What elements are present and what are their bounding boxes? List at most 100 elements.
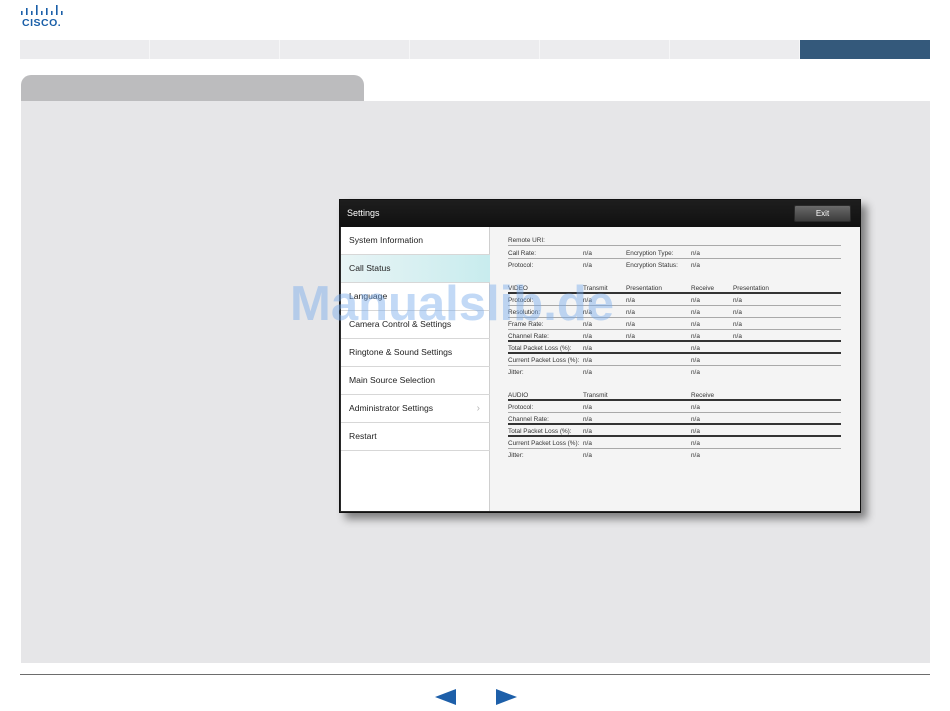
video-row-value: n/a [733,333,742,340]
divider [508,340,841,342]
divider [508,365,841,366]
audio-row-label: Jitter: [508,452,524,459]
video-col-receive: Receive [691,285,715,292]
video-col-presentation: Presentation [626,285,662,292]
divider [508,448,841,449]
video-row-value: n/a [691,333,700,340]
top-nav-tab[interactable] [410,40,540,59]
video-row-label: Channel Rate: [508,333,549,340]
divider [508,292,841,294]
menu-item-camera-control[interactable]: Camera Control & Settings [341,311,490,339]
video-row-value: n/a [691,369,700,376]
video-row-value: n/a [626,321,635,328]
video-row-label: Frame Rate: [508,321,544,328]
video-row-value: n/a [691,297,700,304]
divider [508,352,841,354]
arrow-left-icon[interactable] [435,689,456,705]
menu-item-ringtone-sound[interactable]: Ringtone & Sound Settings [341,339,490,367]
audio-row-label: Total Packet Loss (%): [508,428,572,435]
menu-item-system-information[interactable]: System Information [341,227,490,255]
divider [508,412,841,413]
divider [508,317,841,318]
video-row-value: n/a [691,321,700,328]
video-col-transmit: Transmit [583,285,608,292]
top-nav-tab[interactable] [20,40,150,59]
audio-col-receive: Receive [691,392,715,399]
protocol-label: Protocol: [508,262,534,269]
call-status-detail: Remote URI: Call Rate: n/a Encryption Ty… [490,227,860,511]
audio-row-value: n/a [583,428,592,435]
cisco-wordmark: CISCO. [22,17,62,29]
video-row-value: n/a [626,309,635,316]
audio-row-value: n/a [583,440,592,447]
footer-divider [20,674,930,675]
menu-item-call-status[interactable]: Call Status [341,255,490,283]
divider [508,305,841,306]
video-row-value: n/a [583,345,592,352]
top-nav-tab[interactable] [150,40,280,59]
menu-item-administrator-settings[interactable]: Administrator Settings › [341,395,490,423]
video-row-label: Resolution: [508,309,540,316]
video-row-value: n/a [583,333,592,340]
video-row-value: n/a [691,309,700,316]
cisco-logo: CISCO. [20,5,70,29]
exit-button[interactable]: Exit [794,205,851,222]
video-row-value: n/a [583,369,592,376]
video-row-value: n/a [583,297,592,304]
video-row-label: Total Packet Loss (%): [508,345,572,352]
protocol-value: n/a [583,262,592,269]
divider [508,435,841,437]
audio-row-value: n/a [583,452,592,459]
top-nav-strip [20,40,930,59]
video-row-value: n/a [733,309,742,316]
video-row-label: Jitter: [508,369,524,376]
menu-item-main-source[interactable]: Main Source Selection [341,367,490,395]
arrow-right-icon[interactable] [496,689,517,705]
divider [508,258,841,259]
encryption-type-label: Encryption Type: [626,250,674,257]
audio-row-value: n/a [583,416,592,423]
audio-row-value: n/a [691,428,700,435]
window-titlebar: Settings Exit [340,200,860,227]
video-row-value: n/a [733,297,742,304]
window-title: Settings [347,208,380,218]
video-row-value: n/a [626,297,635,304]
divider [508,399,841,401]
audio-col-transmit: Transmit [583,392,608,399]
video-col-presentation-receive: Presentation [733,285,769,292]
audio-row-value: n/a [691,404,700,411]
divider [508,329,841,330]
top-nav-tab[interactable] [670,40,800,59]
divider [508,245,841,246]
audio-row-label: Channel Rate: [508,416,549,423]
menu-item-restart[interactable]: Restart [341,423,490,451]
video-row-label: Current Packet Loss (%): [508,357,580,364]
top-nav-tab[interactable] [540,40,670,59]
menu-item-label: Administrator Settings [349,403,434,413]
audio-row-value: n/a [691,440,700,447]
video-row-value: n/a [583,321,592,328]
video-row-label: Protocol: [508,297,534,304]
divider [508,423,841,425]
audio-row-value: n/a [691,452,700,459]
audio-row-label: Protocol: [508,404,534,411]
chevron-right-icon: › [476,403,480,414]
remote-uri-label: Remote URI: [508,237,545,244]
video-row-value: n/a [733,321,742,328]
call-rate-label: Call Rate: [508,250,537,257]
call-rate-value: n/a [583,250,592,257]
encryption-status-label: Encryption Status: [626,262,678,269]
audio-header: AUDIO [508,392,529,399]
menu-item-language[interactable]: Language [341,283,490,311]
page: CISCO. Settings Exit System Information … [0,0,950,711]
encryption-status-value: n/a [691,262,700,269]
audio-row-value: n/a [583,404,592,411]
top-nav-tab-active[interactable] [800,40,930,59]
top-nav-tab[interactable] [280,40,410,59]
video-row-value: n/a [691,357,700,364]
audio-row-label: Current Packet Loss (%): [508,440,580,447]
video-row-value: n/a [626,333,635,340]
video-row-value: n/a [583,357,592,364]
video-row-value: n/a [691,345,700,352]
cisco-bars-icon [21,5,63,15]
